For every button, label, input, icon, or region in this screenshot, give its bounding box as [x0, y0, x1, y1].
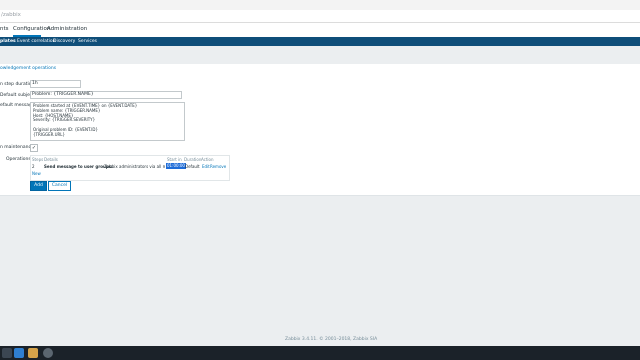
default-message-textarea[interactable]: Problem started at {EVENT.TIME} on {EVEN… — [30, 102, 185, 141]
address-bar[interactable] — [0, 10, 640, 23]
start-icon[interactable] — [2, 348, 12, 358]
col-start-in-header: Start in — [167, 157, 182, 162]
tab-acknowledgement-operations[interactable]: owledgement operations — [0, 66, 56, 71]
sub-nav-item-event-correlation[interactable]: Event correlation — [17, 39, 55, 44]
step-duration-input[interactable]: 1h — [30, 80, 81, 88]
row-start-in: 01:00:00 — [166, 163, 186, 169]
chrome-icon[interactable] — [43, 348, 53, 358]
sub-nav-item-services[interactable]: Services — [78, 39, 97, 44]
maintenance-label: n maintenance — [0, 145, 34, 150]
edit-link[interactable]: Edit — [202, 164, 210, 169]
taskbar — [0, 346, 640, 360]
sub-nav-item-discovery[interactable]: Discovery — [53, 39, 75, 44]
address-text[interactable]: /zabbix — [1, 12, 21, 18]
page-header — [0, 46, 640, 64]
footer-copyright: Zabbix 3.4.11. © 2001–2018, Zabbix SIA — [285, 337, 378, 342]
new-operation-link[interactable]: New — [32, 171, 41, 176]
files-icon[interactable] — [28, 348, 38, 358]
operations-label: Operations — [6, 157, 31, 162]
main-nav-item-configuration[interactable]: Configuration — [13, 26, 50, 32]
main-nav-item-monitoring[interactable]: nts — [0, 26, 9, 32]
add-button[interactable]: Add — [30, 181, 47, 191]
cancel-button[interactable]: Cancel — [48, 181, 71, 191]
col-duration-header: Duration — [184, 157, 202, 162]
sub-nav-item-templates[interactable]: plates — [0, 39, 16, 44]
remove-link[interactable]: Remove — [210, 164, 226, 169]
row-steps: 2 — [32, 164, 35, 169]
col-action-header: Action — [201, 157, 214, 162]
row-details-bold: Send message to user groups: — [44, 164, 113, 169]
row-details-text: Zabbix administrators via all media — [104, 164, 165, 169]
col-steps-header: Steps — [32, 157, 44, 162]
main-nav — [0, 23, 640, 37]
col-details-header: Details — [44, 157, 58, 162]
browser-icon[interactable] — [14, 348, 24, 358]
default-subject-input[interactable]: Problem: {TRIGGER.NAME} — [30, 91, 182, 99]
maintenance-checkbox[interactable]: ✓ — [30, 144, 38, 152]
row-duration: Default — [185, 164, 200, 169]
main-nav-item-administration[interactable]: Administration — [47, 26, 87, 32]
